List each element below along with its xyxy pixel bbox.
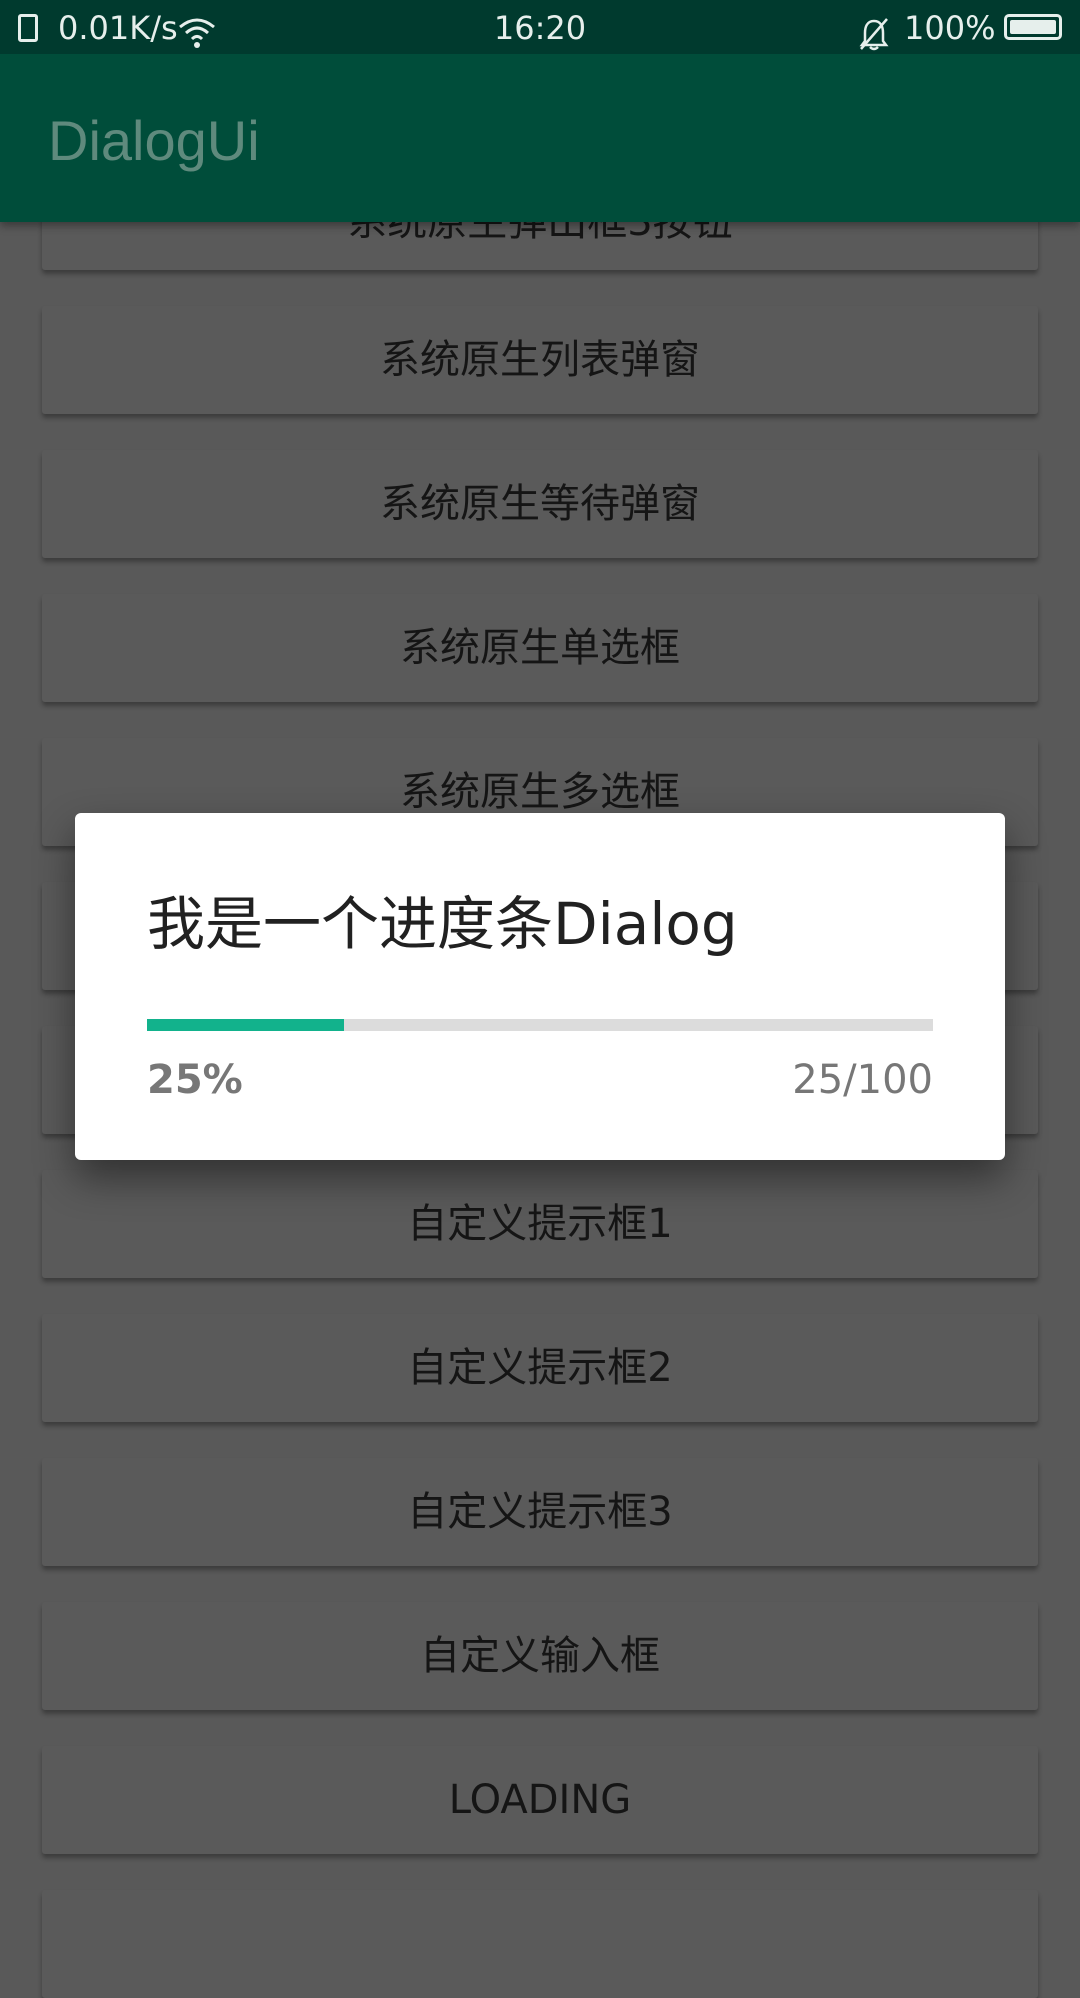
battery-percent: 100% bbox=[904, 9, 996, 47]
app-toolbar: DialogUi bbox=[0, 54, 1080, 222]
bell-muted-icon bbox=[858, 12, 890, 51]
progress-bar bbox=[147, 1019, 933, 1031]
progress-dialog[interactable]: 我是一个进度条Dialog 25% 25/100 bbox=[75, 813, 1005, 1160]
list-button[interactable]: 自定义输入框 bbox=[42, 1602, 1038, 1710]
list-button[interactable]: 系统原生单选框 bbox=[42, 594, 1038, 702]
list-button[interactable]: 自定义提示框1 bbox=[42, 1170, 1038, 1278]
list-button[interactable]: 系统原生列表弹窗 bbox=[42, 306, 1038, 414]
progress-count: 25/100 bbox=[792, 1057, 933, 1103]
progress-bar-fill bbox=[147, 1019, 344, 1031]
toolbar-title: DialogUi bbox=[48, 109, 260, 172]
list-button[interactable]: 自定义提示框2 bbox=[42, 1314, 1038, 1422]
list-button[interactable] bbox=[42, 1890, 1038, 1998]
progress-percent: 25% bbox=[147, 1057, 243, 1103]
dialog-title: 我是一个进度条Dialog bbox=[147, 890, 738, 958]
status-bar: 0.01K/s 16:20 100% bbox=[0, 0, 1080, 54]
list-button[interactable]: 系统原生等待弹窗 bbox=[42, 450, 1038, 558]
list-button[interactable]: 自定义提示框3 bbox=[42, 1458, 1038, 1566]
battery-icon bbox=[1004, 14, 1062, 40]
list-button[interactable]: LOADING bbox=[42, 1746, 1038, 1854]
